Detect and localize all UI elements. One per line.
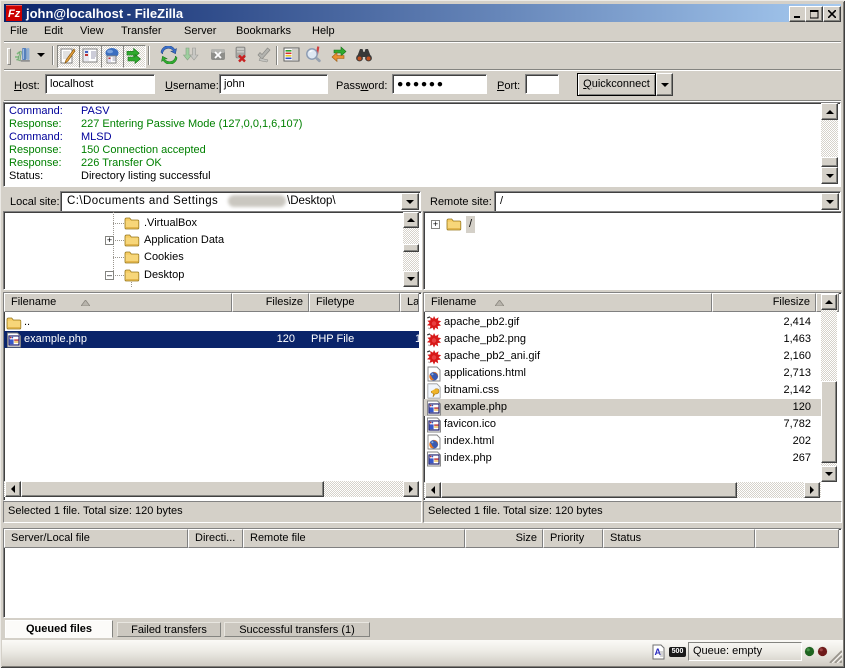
svg-text:Fz: Fz xyxy=(8,8,21,20)
